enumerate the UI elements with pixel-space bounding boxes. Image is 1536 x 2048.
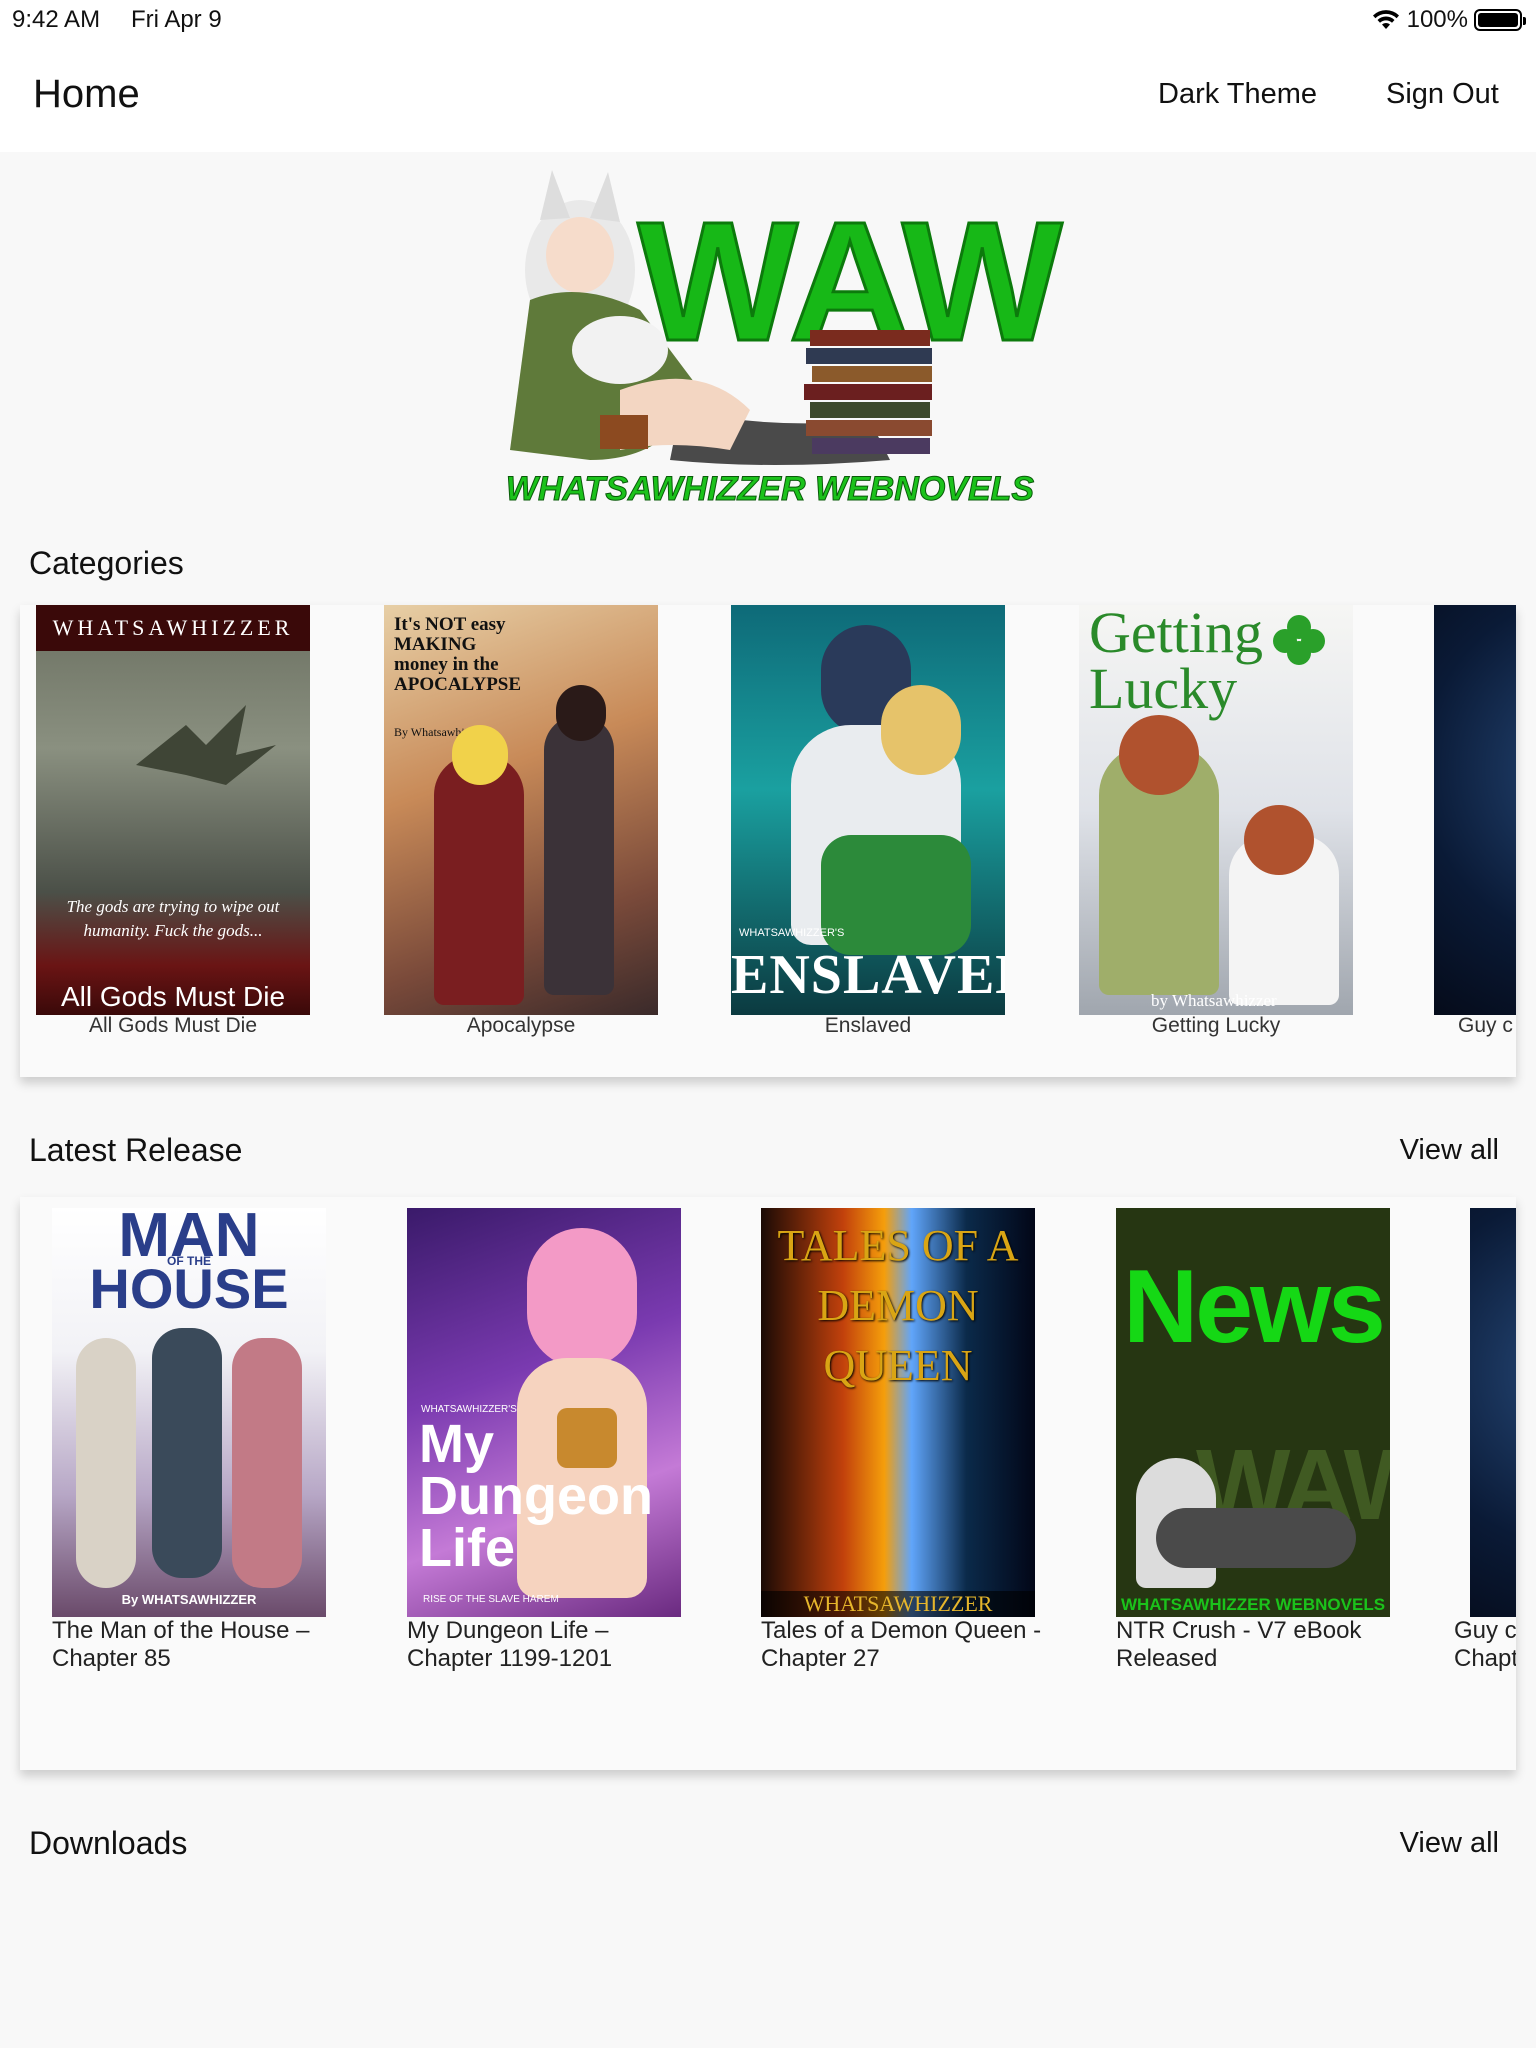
cover-title: News bbox=[1123, 1249, 1386, 1365]
latest-view-all-button[interactable]: View all bbox=[1400, 1134, 1499, 1167]
release-cover[interactable]: WHATSAWHIZZER'S My Dungeon Life RISE OF … bbox=[407, 1208, 681, 1617]
category-label: Getting Lucky bbox=[1151, 1014, 1281, 1037]
category-label: Apocalypse bbox=[466, 1014, 576, 1037]
wifi-icon bbox=[1372, 10, 1399, 29]
cover-quote: The gods are trying to wipe out humanity… bbox=[66, 897, 280, 940]
cover-title: Getting Lucky bbox=[1089, 605, 1263, 721]
cover-brand: WHATSAWHIZZER bbox=[36, 605, 310, 651]
status-time: 9:42 AM bbox=[12, 6, 101, 33]
app-bar: Home Dark Theme Sign Out bbox=[0, 40, 1536, 152]
status-date: Fri Apr 9 bbox=[131, 6, 222, 33]
cover-title: HOUSE bbox=[89, 1257, 289, 1320]
category-cover[interactable]: WHATSAWHIZZER The gods are trying to wip… bbox=[36, 605, 310, 1015]
release-title-line1: NTR Crush - V7 eBook bbox=[1116, 1617, 1362, 1644]
release-item[interactable]: Guy c Chapt bbox=[1454, 1197, 1516, 1697]
category-item[interactable]: WHATSAWHIZZER'S ENSLAVED Enslaved bbox=[731, 605, 1005, 1075]
cover-small: WHATSAWHIZZER'S bbox=[739, 927, 845, 939]
downloads-title: Downloads bbox=[29, 1825, 188, 1861]
release-item[interactable]: MAN OF THE HOUSE By WHATSAWHIZZER The Ma… bbox=[36, 1197, 356, 1697]
status-right: 100% bbox=[1371, 6, 1526, 34]
cover-title: ENSLAVED bbox=[731, 944, 1005, 1006]
status-bar: 9:42 AM Fri Apr 9 100% bbox=[0, 0, 1536, 40]
dragon-icon bbox=[136, 705, 276, 785]
cover-by: WHATSAWHIZZER bbox=[761, 1591, 1035, 1617]
latest-release-title: Latest Release bbox=[29, 1132, 243, 1168]
release-title-line1: Tales of a Demon Queen - bbox=[761, 1617, 1042, 1644]
cover-by: by Whatsawhizzer bbox=[1151, 991, 1277, 1010]
categories-carousel[interactable]: WHATSAWHIZZER The gods are trying to wip… bbox=[20, 605, 1516, 1077]
category-item[interactable]: Guy c bbox=[1434, 605, 1516, 1075]
category-cover[interactable]: Getting Lucky by Whatsawhizzer bbox=[1079, 605, 1353, 1015]
release-title-line1: The Man of the House – bbox=[52, 1617, 310, 1644]
clover-icon bbox=[1273, 615, 1325, 665]
book-stack-icon bbox=[804, 330, 932, 454]
category-label: Enslaved bbox=[824, 1014, 912, 1037]
category-label: All Gods Must Die bbox=[88, 1014, 258, 1037]
dark-theme-button[interactable]: Dark Theme bbox=[1158, 78, 1317, 111]
categories-title: Categories bbox=[29, 545, 184, 581]
release-item[interactable]: News WAW WHATSAWHIZZER WEBNOVELS NTR Cru… bbox=[1100, 1197, 1420, 1697]
release-title-line2: Chapter 85 bbox=[52, 1645, 171, 1672]
release-title-line1: My Dungeon Life – bbox=[407, 1617, 609, 1644]
release-item[interactable]: WHATSAWHIZZER'S My Dungeon Life RISE OF … bbox=[391, 1197, 711, 1697]
battery-percent: 100% bbox=[1406, 6, 1468, 33]
category-item[interactable]: Getting Lucky by Whatsawhizzer Getting L… bbox=[1079, 605, 1353, 1075]
release-cover[interactable]: News WAW WHATSAWHIZZER WEBNOVELS bbox=[1116, 1208, 1390, 1617]
cover-by: By WHATSAWHIZZER bbox=[121, 1592, 257, 1607]
cover-title: My Dungeon Life bbox=[419, 1414, 653, 1578]
category-item[interactable]: WHATSAWHIZZER The gods are trying to wip… bbox=[36, 605, 310, 1075]
release-title-line2: Chapter 1199-1201 bbox=[407, 1645, 613, 1672]
waw-logo: WAW WHATSAWHIZZER WEBNOVELS bbox=[470, 160, 1070, 520]
release-cover[interactable]: TALES OF A DEMON QUEEN WHATSAWHIZZER bbox=[761, 1208, 1035, 1617]
release-item[interactable]: TALES OF A DEMON QUEEN WHATSAWHIZZER Tal… bbox=[745, 1197, 1065, 1697]
cover-title: It's NOT easy MAKING money in the APOCAL… bbox=[394, 614, 522, 695]
category-label: Guy c bbox=[1458, 1014, 1513, 1037]
downloads-view-all-button[interactable]: View all bbox=[1400, 1827, 1499, 1860]
cover-title: All Gods Must Die bbox=[60, 981, 286, 1012]
cover-sub: RISE OF THE SLAVE HAREM bbox=[423, 1594, 559, 1605]
battery-icon bbox=[1474, 9, 1526, 31]
release-cover[interactable] bbox=[1470, 1208, 1516, 1617]
category-cover[interactable] bbox=[1434, 605, 1516, 1015]
logo-subtitle: WHATSAWHIZZER WEBNOVELS bbox=[506, 470, 1035, 508]
category-cover[interactable]: It's NOT easy MAKING money in the APOCAL… bbox=[384, 605, 658, 1015]
release-title-line1: Guy c bbox=[1454, 1617, 1516, 1644]
release-title-line2: Chapter 27 bbox=[761, 1645, 880, 1672]
release-cover[interactable]: MAN OF THE HOUSE By WHATSAWHIZZER bbox=[52, 1208, 326, 1617]
category-cover[interactable]: WHATSAWHIZZER'S ENSLAVED bbox=[731, 605, 1005, 1015]
cover-sub: WHATSAWHIZZER WEBNOVELS bbox=[1120, 1595, 1386, 1614]
sign-out-button[interactable]: Sign Out bbox=[1386, 78, 1499, 111]
page-title: Home bbox=[33, 72, 140, 116]
release-title-line2: Released bbox=[1116, 1645, 1218, 1672]
cover-title: TALES OF A DEMON QUEEN bbox=[777, 1221, 1019, 1390]
latest-release-carousel[interactable]: MAN OF THE HOUSE By WHATSAWHIZZER The Ma… bbox=[20, 1197, 1516, 1770]
release-title-line2: Chapt bbox=[1454, 1645, 1516, 1672]
category-item[interactable]: It's NOT easy MAKING money in the APOCAL… bbox=[384, 605, 658, 1075]
